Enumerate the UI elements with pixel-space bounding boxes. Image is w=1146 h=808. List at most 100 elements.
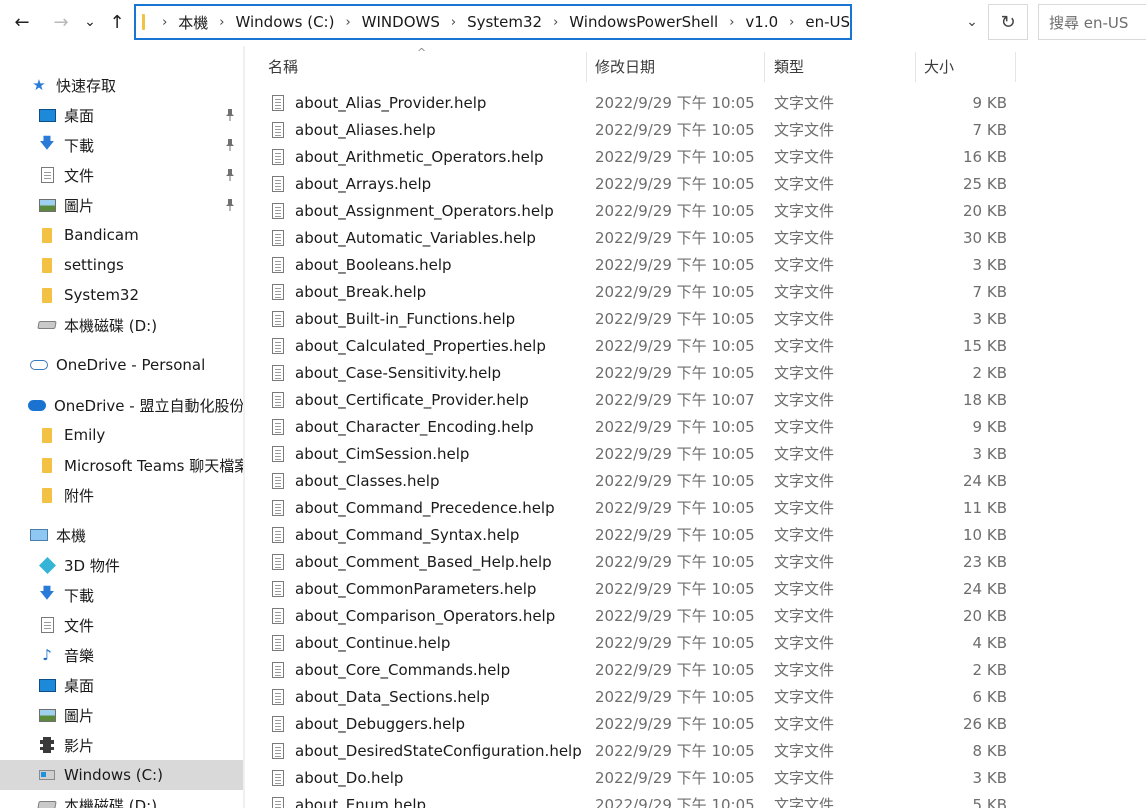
address-bar[interactable]: › 本機 › Windows (C:) › WINDOWS › System32 › Window… xyxy=(134,4,852,40)
file-row[interactable]: about_Aliases.help 2022/9/29 下午 10:05 文字文件… xyxy=(245,116,1146,143)
file-size: 8 KB xyxy=(972,741,1007,760)
sidebar-item[interactable]: 桌面 xyxy=(0,100,243,130)
file-row[interactable]: about_Calculated_Properties.help 2022/9/2… xyxy=(245,332,1146,359)
sidebar-item[interactable]: Windows (C:) xyxy=(0,760,243,790)
sidebar-item[interactable]: 本機磁碟 (D:) xyxy=(0,790,243,808)
file-row[interactable]: about_Core_Commands.help 2022/9/29 下午 10:… xyxy=(245,656,1146,683)
file-type: 文字文件 xyxy=(774,769,835,787)
breadcrumb: › 本機 › Windows (C:) › WINDOWS › System32 › Window… xyxy=(151,12,850,33)
breadcrumb-item[interactable]: Windows (C:) xyxy=(236,13,335,31)
column-header-type[interactable]: 類型 xyxy=(774,52,804,80)
recent-locations-chevron-icon[interactable]: ⌄ xyxy=(80,8,100,36)
sidebar-item[interactable]: Bandicam xyxy=(0,220,243,250)
file-row[interactable]: about_Comparison_Operators.help 2022/9/29… xyxy=(245,602,1146,629)
breadcrumb-separator-icon[interactable]: › xyxy=(219,15,224,30)
sidebar-item[interactable]: 文件 xyxy=(0,160,243,190)
column-divider[interactable] xyxy=(586,52,587,82)
sidebar-item[interactable]: OneDrive - 盟立自動化股份有 xyxy=(0,390,243,420)
file-row[interactable]: about_Certificate_Provider.help 2022/9/29… xyxy=(245,386,1146,413)
folder-icon-shape xyxy=(42,227,52,243)
file-row[interactable]: about_Continue.help 2022/9/29 下午 10:05 文字文… xyxy=(245,629,1146,656)
address-history-chevron-icon[interactable]: ⌄ xyxy=(958,4,986,40)
sidebar-item[interactable]: OneDrive - Personal xyxy=(0,350,243,380)
breadcrumb-item[interactable]: System32 xyxy=(467,13,542,31)
file-row[interactable]: about_Built-in_Functions.help 2022/9/29 下… xyxy=(245,305,1146,332)
column-divider[interactable] xyxy=(764,52,765,82)
sidebar-item[interactable]: 圖片 xyxy=(0,190,243,220)
sidebar-item-label: Bandicam xyxy=(64,226,139,244)
file-row[interactable]: about_Case-Sensitivity.help 2022/9/29 下午 … xyxy=(245,359,1146,386)
sidebar-item-label: 桌面 xyxy=(64,106,95,125)
file-row[interactable]: about_Arrays.help 2022/9/29 下午 10:05 文字文件 2… xyxy=(245,170,1146,197)
column-header-date-modified[interactable]: 修改日期 xyxy=(595,52,655,80)
breadcrumb-separator-icon[interactable]: › xyxy=(553,15,558,30)
refresh-button[interactable]: ↻ xyxy=(988,4,1028,40)
file-size: 3 KB xyxy=(972,768,1007,787)
sidebar-item[interactable]: 3D 物件 xyxy=(0,550,243,580)
breadcrumb-item[interactable]: en-US xyxy=(805,13,850,31)
breadcrumb-separator-icon[interactable]: › xyxy=(729,15,734,30)
file-date-modified: 2022/9/29 下午 10:05 xyxy=(595,526,755,544)
breadcrumb-item[interactable]: WindowsPowerShell xyxy=(569,13,718,31)
sidebar-item[interactable]: ♪ 音樂 xyxy=(0,640,243,670)
file-size: 11 KB xyxy=(963,498,1007,517)
text-file-icon-shape xyxy=(272,661,284,678)
file-row[interactable]: about_Data_Sections.help 2022/9/29 下午 10:… xyxy=(245,683,1146,710)
file-name: about_Enum.help xyxy=(295,795,427,808)
file-date-modified: 2022/9/29 下午 10:05 xyxy=(595,742,755,760)
sidebar-item[interactable]: 🡇 下載 xyxy=(0,130,243,160)
sidebar-item[interactable]: settings xyxy=(0,250,243,280)
file-row[interactable]: about_Command_Syntax.help 2022/9/29 下午 10… xyxy=(245,521,1146,548)
file-row[interactable]: about_DesiredStateConfiguration.help 2022… xyxy=(245,737,1146,764)
file-row[interactable]: about_CimSession.help 2022/9/29 下午 10:05 文… xyxy=(245,440,1146,467)
sidebar-item[interactable]: Emily xyxy=(0,420,243,450)
sidebar-item[interactable]: 文件 xyxy=(0,610,243,640)
refresh-icon: ↻ xyxy=(1000,11,1016,33)
breadcrumb-item[interactable]: v1.0 xyxy=(745,13,778,31)
breadcrumb-separator-icon[interactable]: › xyxy=(451,15,456,30)
breadcrumb-separator-icon[interactable]: › xyxy=(789,15,794,30)
column-divider[interactable] xyxy=(915,52,916,82)
column-header-name[interactable]: 名稱 xyxy=(268,52,298,80)
breadcrumb-separator-icon[interactable]: › xyxy=(162,15,167,30)
text-file-icon-shape xyxy=(272,796,284,808)
file-row[interactable]: about_Alias_Provider.help 2022/9/29 下午 10… xyxy=(245,89,1146,116)
file-row[interactable]: about_Character_Encoding.help 2022/9/29 下… xyxy=(245,413,1146,440)
file-row[interactable]: about_Do.help 2022/9/29 下午 10:05 文字文件 3 KB xyxy=(245,764,1146,791)
forward-arrow-icon[interactable]: → xyxy=(48,8,74,36)
file-row[interactable]: about_Comment_Based_Help.help 2022/9/29 下… xyxy=(245,548,1146,575)
breadcrumb-separator-icon[interactable]: › xyxy=(345,15,350,30)
file-row[interactable]: about_Assignment_Operators.help 2022/9/29… xyxy=(245,197,1146,224)
desktop-icon xyxy=(38,106,56,124)
back-arrow-icon[interactable]: ← xyxy=(9,8,35,36)
search-input[interactable]: 搜尋 en-US xyxy=(1038,4,1146,40)
sidebar-item[interactable]: 附件 xyxy=(0,480,243,510)
file-row[interactable]: about_Debuggers.help 2022/9/29 下午 10:05 文字… xyxy=(245,710,1146,737)
file-row[interactable]: about_Enum.help 2022/9/29 下午 10:05 文字文件 5 K… xyxy=(245,791,1146,808)
pin-icon xyxy=(224,108,236,122)
file-row[interactable]: about_Classes.help 2022/9/29 下午 10:05 文字文件… xyxy=(245,467,1146,494)
sidebar-item[interactable]: 桌面 xyxy=(0,670,243,700)
sidebar-item[interactable]: 本機 xyxy=(0,520,243,550)
file-row[interactable]: about_Arithmetic_Operators.help 2022/9/29… xyxy=(245,143,1146,170)
sidebar-item[interactable]: 本機磁碟 (D:) xyxy=(0,310,243,340)
column-divider[interactable] xyxy=(1015,52,1016,82)
file-size: 2 KB xyxy=(972,363,1007,382)
sidebar-item[interactable]: System32 xyxy=(0,280,243,310)
sidebar-item[interactable]: 影片 xyxy=(0,730,243,760)
file-row[interactable]: about_Command_Precedence.help 2022/9/29 下… xyxy=(245,494,1146,521)
file-type: 文字文件 xyxy=(774,715,835,733)
file-size: 3 KB xyxy=(972,309,1007,328)
sidebar-item[interactable]: Microsoft Teams 聊天檔案 xyxy=(0,450,243,480)
breadcrumb-item[interactable]: WINDOWS xyxy=(362,13,440,31)
column-header-size[interactable]: 大小 xyxy=(924,52,954,80)
file-row[interactable]: about_CommonParameters.help 2022/9/29 下午 … xyxy=(245,575,1146,602)
up-arrow-icon[interactable]: ↑ xyxy=(104,8,130,36)
file-row[interactable]: about_Break.help 2022/9/29 下午 10:05 文字文件 7 … xyxy=(245,278,1146,305)
file-row[interactable]: about_Booleans.help 2022/9/29 下午 10:05 文字文… xyxy=(245,251,1146,278)
file-row[interactable]: about_Automatic_Variables.help 2022/9/29 … xyxy=(245,224,1146,251)
sidebar-item[interactable]: 🡇 下載 xyxy=(0,580,243,610)
breadcrumb-item[interactable]: 本機 xyxy=(178,12,208,33)
sidebar-item[interactable]: 圖片 xyxy=(0,700,243,730)
sidebar-item[interactable]: ★ 快速存取 xyxy=(0,70,243,100)
